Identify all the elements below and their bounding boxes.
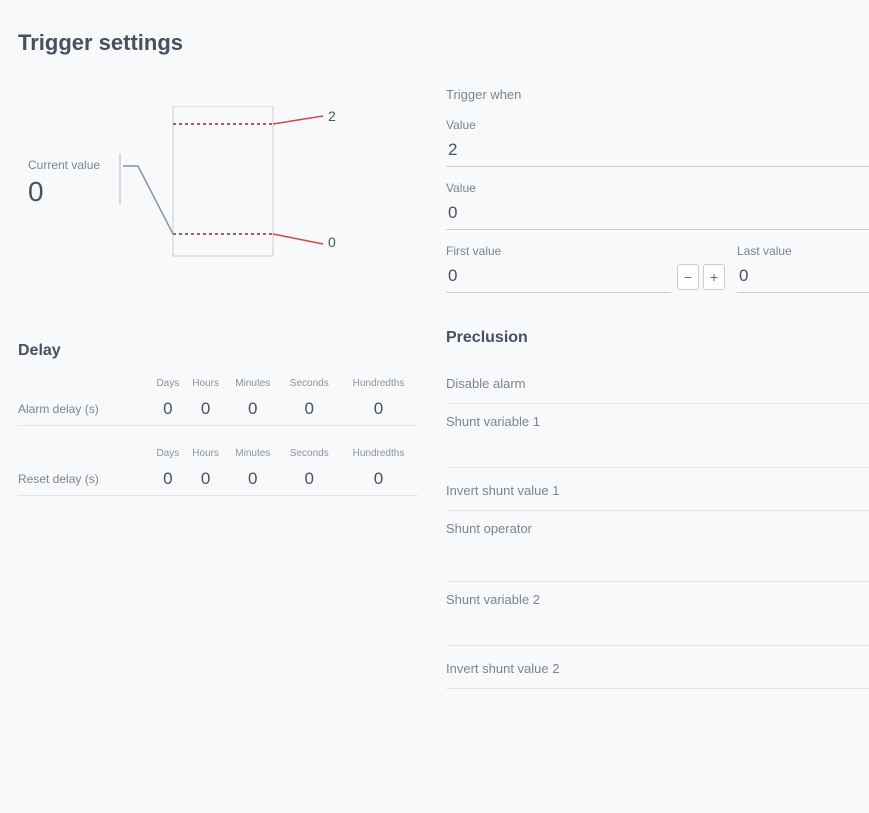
reset-delay-hundredths[interactable]: 0 bbox=[339, 463, 418, 496]
first-value-decrement[interactable]: − bbox=[677, 264, 699, 290]
alarm-delay-hours[interactable]: 0 bbox=[185, 393, 226, 426]
alarm-delay-seconds[interactable]: 0 bbox=[280, 393, 339, 426]
first-value-input[interactable] bbox=[446, 260, 671, 293]
reset-delay-days[interactable]: 0 bbox=[150, 463, 185, 496]
delay-row-alarm: Alarm delay (s) 0 0 0 0 0 bbox=[18, 393, 418, 426]
alarm-delay-days[interactable]: 0 bbox=[150, 393, 185, 426]
delay-section-title: Delay bbox=[18, 342, 418, 360]
preclusion-section-title: Preclusion bbox=[446, 329, 869, 347]
alarm-delay-minutes[interactable]: 0 bbox=[226, 393, 279, 426]
trigger-when-label: Trigger when bbox=[446, 87, 521, 102]
shunt-var-1-label: Shunt variable 1 bbox=[446, 414, 869, 429]
invert-shunt-1-label: Invert shunt value 1 bbox=[446, 483, 559, 498]
invert-shunt-1-row: Invert shunt value 1 False bbox=[446, 468, 869, 511]
first-value-increment[interactable]: + bbox=[703, 264, 725, 290]
delay-col-seconds: Seconds bbox=[280, 374, 339, 393]
trigger-value-row-0: Value − + bbox=[446, 118, 869, 167]
delay-col-hundredths: Hundredths bbox=[339, 374, 418, 393]
value-label-0: Value bbox=[446, 118, 869, 132]
diagram-upper-marker: 2 bbox=[328, 108, 336, 124]
shunt-var-1-row: Shunt variable 1 Null bbox=[446, 404, 869, 468]
delay-col-minutes: Minutes bbox=[226, 374, 279, 393]
last-value-label: Last value bbox=[737, 244, 869, 258]
first-value-label: First value bbox=[446, 244, 725, 258]
trigger-diagram: Current value 0 2 0 bbox=[18, 106, 418, 306]
current-value: 0 bbox=[28, 176, 44, 208]
delay-col-days: Days bbox=[150, 374, 185, 393]
invert-shunt-2-row: Invert shunt value 2 False bbox=[446, 646, 869, 689]
alarm-delay-label: Alarm delay (s) bbox=[18, 393, 150, 426]
shunt-var-2-row: Shunt variable 2 Null bbox=[446, 582, 869, 646]
reset-delay-minutes[interactable]: 0 bbox=[226, 463, 279, 496]
trigger-range-row: First value − + Last value − + bbox=[446, 244, 869, 293]
trigger-value-row-1: Value − + bbox=[446, 181, 869, 230]
shunt-var-2-label: Shunt variable 2 bbox=[446, 592, 869, 607]
reset-delay-seconds[interactable]: 0 bbox=[280, 463, 339, 496]
alarm-delay-hundredths[interactable]: 0 bbox=[339, 393, 418, 426]
shunt-operator-row: Shunt operator AND OR bbox=[446, 511, 869, 582]
value-input-1[interactable] bbox=[446, 197, 869, 230]
delay-col-hours: Hours bbox=[185, 374, 226, 393]
disable-alarm-row: Disable alarm False bbox=[446, 361, 869, 404]
page-title: Trigger settings bbox=[18, 30, 851, 56]
disable-alarm-label: Disable alarm bbox=[446, 376, 525, 391]
current-value-label: Current value bbox=[28, 158, 100, 172]
shunt-operator-label: Shunt operator bbox=[446, 521, 869, 536]
value-input-0[interactable] bbox=[446, 134, 869, 167]
diagram-lower-marker: 0 bbox=[328, 234, 336, 250]
delay-row-reset: Reset delay (s) 0 0 0 0 0 bbox=[18, 463, 418, 496]
delay-table: Days Hours Minutes Seconds Hundredths Al… bbox=[18, 374, 418, 496]
reset-delay-hours[interactable]: 0 bbox=[185, 463, 226, 496]
last-value-input[interactable] bbox=[737, 260, 869, 293]
value-label-1: Value bbox=[446, 181, 869, 195]
invert-shunt-2-label: Invert shunt value 2 bbox=[446, 661, 559, 676]
reset-delay-label: Reset delay (s) bbox=[18, 463, 150, 496]
